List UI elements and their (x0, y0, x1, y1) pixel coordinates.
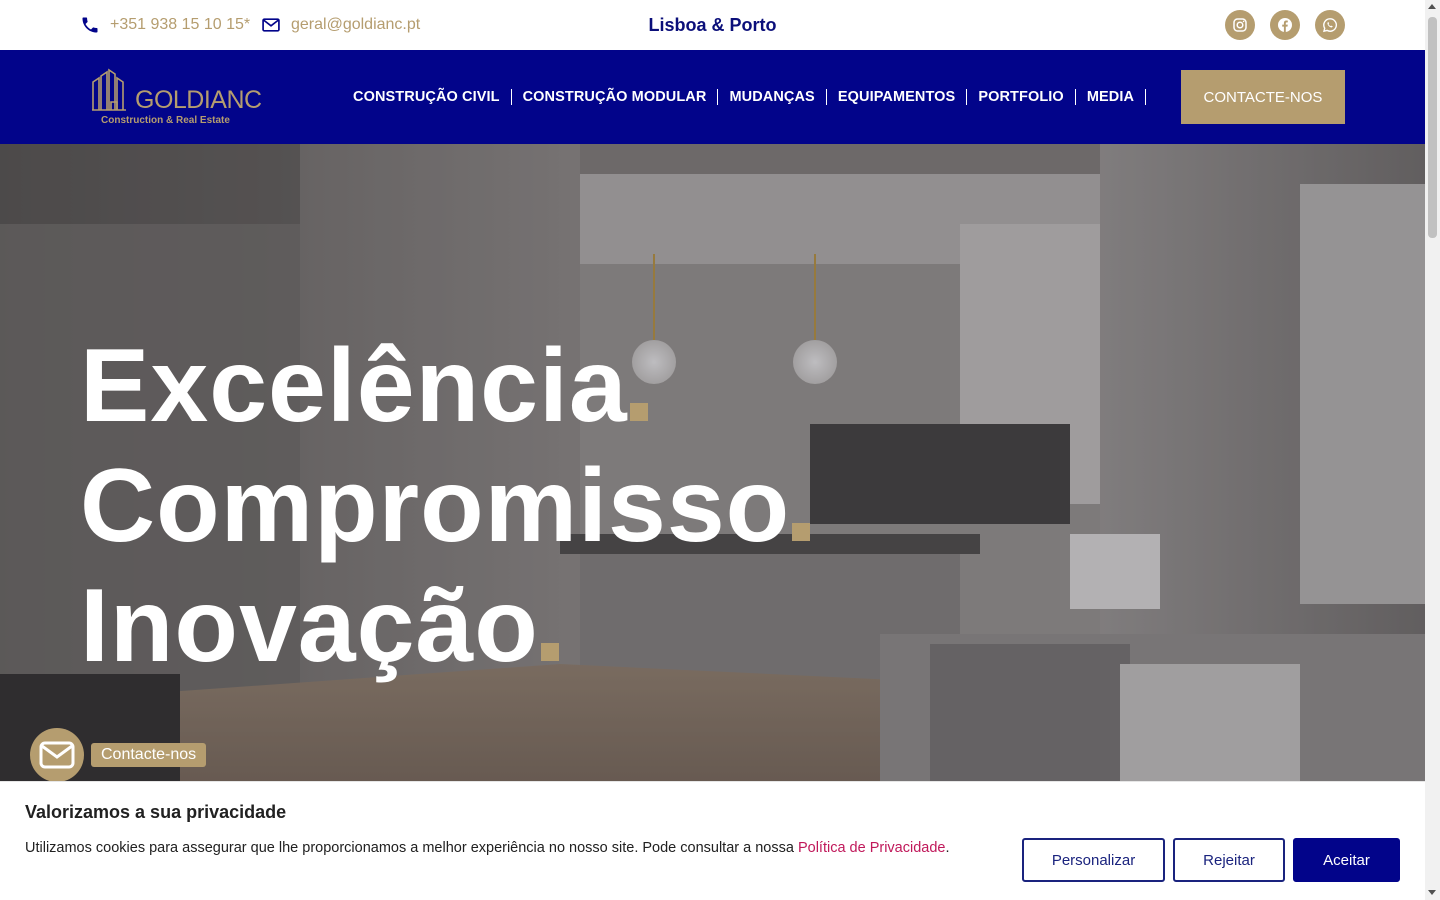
nav-item-portfolio[interactable]: PORTFOLIO (967, 89, 1076, 105)
nav-item-construcao-civil[interactable]: CONSTRUÇÃO CIVIL (342, 89, 512, 105)
whatsapp-button[interactable] (1315, 10, 1345, 40)
nav-divider (1145, 89, 1147, 105)
email-address: geral@goldianc.pt (291, 16, 421, 33)
facebook-button[interactable] (1270, 10, 1300, 40)
main-navbar: GOLDIANC Construction & Real Estate CONS… (0, 50, 1425, 144)
nav-label: CONSTRUÇÃO MODULAR (522, 89, 707, 105)
nav-label: MUDANÇAS (729, 89, 815, 105)
cookie-text-end: . (945, 840, 950, 856)
facebook-icon (1278, 18, 1292, 32)
gold-dot (540, 643, 559, 661)
nav-item-equipamentos[interactable]: EQUIPAMENTOS (827, 89, 968, 105)
cookie-message: Utilizamos cookies para assegurar que lh… (25, 836, 960, 860)
headline-line-3: Inovação (80, 574, 559, 678)
email-link[interactable]: geral@goldianc.pt (261, 0, 420, 50)
instagram-button[interactable] (1225, 10, 1255, 40)
top-bar: +351 938 15 10 15* geral@goldianc.pt Lis… (0, 0, 1425, 50)
brand-tagline: Construction & Real Estate (101, 115, 230, 126)
headline-line-2: Compromisso (80, 454, 811, 558)
floating-contact-widget[interactable]: Contacte-nos (30, 728, 207, 782)
gold-dot (629, 403, 648, 421)
nav-label: PORTFOLIO (978, 89, 1064, 105)
headline-text: Compromisso (80, 448, 791, 564)
phone-link[interactable]: +351 938 15 10 15* (80, 0, 250, 50)
site-logo[interactable]: GOLDIANC Construction & Real Estate (88, 64, 262, 130)
location-text: Lisboa & Porto (648, 14, 777, 35)
scroll-down-arrow-icon[interactable] (1428, 890, 1436, 895)
cookie-banner: Valorizamos a sua privacidade Utilizamos… (0, 781, 1425, 900)
scroll-up-arrow-icon[interactable] (1428, 4, 1436, 9)
nav-label: CONSTRUÇÃO CIVIL (353, 89, 500, 105)
headline-text: Inovação (80, 568, 539, 684)
floating-contact-button[interactable] (30, 728, 84, 782)
nav-label: EQUIPAMENTOS (837, 89, 956, 105)
main-menu: CONSTRUÇÃO CIVIL CONSTRUÇÃO MODULAR MUDA… (342, 50, 1147, 144)
phone-number: +351 938 15 10 15* (110, 16, 251, 33)
brand-name: GOLDIANC (135, 86, 262, 114)
nav-label: MEDIA (1086, 89, 1135, 105)
nav-item-media[interactable]: MEDIA (1076, 89, 1147, 105)
customize-button[interactable]: Personalizar (1022, 838, 1165, 882)
envelope-icon (262, 18, 280, 32)
headline-text: Excelência (80, 328, 628, 444)
contact-us-button[interactable]: CONTACTE-NOS (1181, 70, 1345, 124)
accept-button[interactable]: Aceitar (1293, 838, 1400, 882)
page-scrollbar[interactable] (1425, 0, 1440, 900)
building-logo-icon (92, 68, 126, 111)
reject-button[interactable]: Rejeitar (1173, 838, 1285, 882)
floating-contact-label[interactable]: Contacte-nos (91, 743, 207, 767)
nav-item-construcao-modular[interactable]: CONSTRUÇÃO MODULAR (512, 89, 719, 105)
envelope-icon (39, 741, 75, 769)
privacy-policy-link[interactable]: Política de Privacidade (798, 840, 946, 856)
nav-item-mudancas[interactable]: MUDANÇAS (718, 89, 827, 105)
cookie-title: Valorizamos a sua privacidade (25, 802, 287, 822)
instagram-icon (1233, 18, 1247, 32)
phone-icon (82, 17, 98, 33)
headline-line-1: Excelência (80, 334, 648, 438)
cookie-text: Utilizamos cookies para assegurar que lh… (25, 840, 798, 856)
scroll-thumb[interactable] (1428, 17, 1437, 238)
whatsapp-icon (1323, 18, 1338, 33)
gold-dot (792, 523, 811, 541)
